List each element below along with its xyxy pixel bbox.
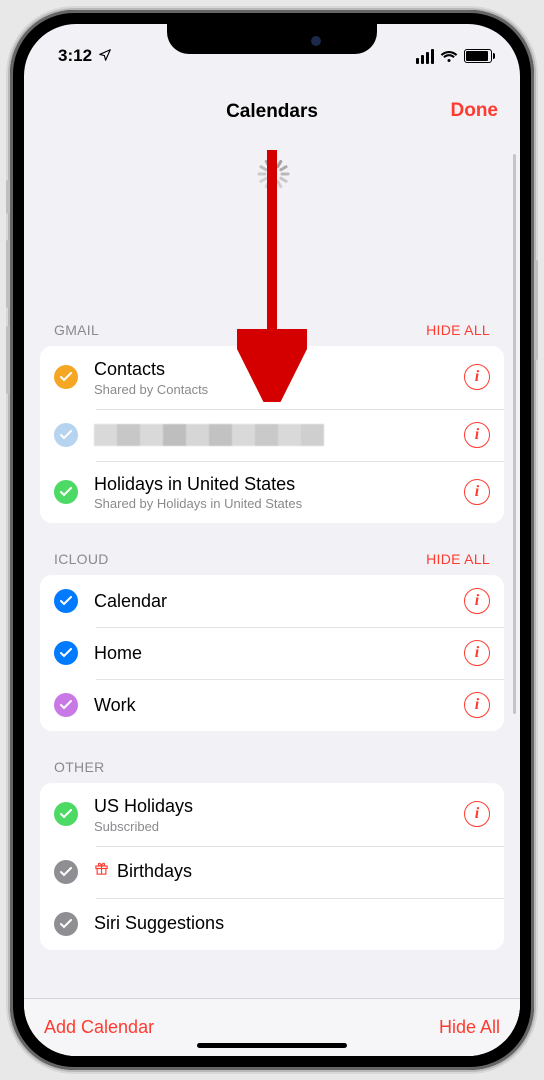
calendar-row-birthdays[interactable]: Birthdays — [40, 846, 504, 898]
hide-all-button[interactable]: Hide All — [439, 1017, 500, 1038]
status-right — [416, 49, 492, 64]
row-title: Holidays in United States — [94, 473, 464, 496]
row-title: Home — [94, 642, 464, 665]
checkmark-icon[interactable] — [54, 589, 78, 613]
row-title-text: Birthdays — [117, 860, 192, 883]
done-button[interactable]: Done — [451, 100, 499, 122]
page-title: Calendars — [226, 101, 318, 123]
screen: 3:12 Calendars Done — [24, 24, 520, 1056]
checkmark-icon[interactable] — [54, 860, 78, 884]
row-subtitle: Shared by Contacts — [94, 382, 464, 397]
row-title: Work — [94, 694, 464, 717]
section-label-other: OTHER — [54, 759, 105, 775]
info-button[interactable]: i — [464, 364, 490, 390]
add-calendar-button[interactable]: Add Calendar — [44, 1017, 154, 1038]
calendar-row-work[interactable]: Work i — [40, 679, 504, 731]
mute-switch — [6, 180, 10, 214]
group-icloud: Calendar i Home i Work i — [40, 575, 504, 731]
gift-icon — [94, 861, 109, 882]
calendar-row-contacts[interactable]: Contacts Shared by Contacts i — [40, 346, 504, 409]
row-title: Birthdays — [94, 860, 490, 883]
pull-to-refresh — [40, 142, 504, 322]
calendar-row-holidays-us[interactable]: Holidays in United States Shared by Holi… — [40, 461, 504, 524]
home-indicator[interactable] — [197, 1043, 347, 1048]
hide-all-icloud-button[interactable]: HIDE ALL — [426, 551, 490, 567]
modal-header: Calendars Done — [24, 82, 520, 142]
volume-up-button — [6, 240, 10, 308]
section-label-gmail: GMAIL — [54, 322, 99, 338]
scrollbar[interactable] — [513, 154, 516, 714]
calendar-row-home[interactable]: Home i — [40, 627, 504, 679]
redacted-text — [94, 424, 324, 446]
location-arrow-icon — [98, 48, 112, 65]
notch — [167, 24, 377, 54]
row-subtitle: Subscribed — [94, 819, 464, 834]
checkmark-icon[interactable] — [54, 423, 78, 447]
wifi-icon — [440, 49, 458, 63]
checkmark-icon[interactable] — [54, 365, 78, 389]
row-title: Contacts — [94, 358, 464, 381]
volume-down-button — [6, 326, 10, 394]
row-title: US Holidays — [94, 795, 464, 818]
checkmark-icon[interactable] — [54, 693, 78, 717]
checkmark-icon[interactable] — [54, 641, 78, 665]
battery-icon — [464, 49, 492, 63]
row-title: Siri Suggestions — [94, 912, 490, 935]
info-button[interactable]: i — [464, 422, 490, 448]
checkmark-icon[interactable] — [54, 480, 78, 504]
hide-all-gmail-button[interactable]: HIDE ALL — [426, 322, 490, 338]
iphone-frame: 3:12 Calendars Done — [10, 10, 534, 1070]
calendars-modal: Calendars Done — [24, 82, 520, 1056]
info-button[interactable]: i — [464, 479, 490, 505]
checkmark-icon[interactable] — [54, 912, 78, 936]
info-button[interactable]: i — [464, 588, 490, 614]
group-gmail: Contacts Shared by Contacts i i Holiday — [40, 346, 504, 523]
scroll-area[interactable]: GMAIL HIDE ALL Contacts Shared by Contac… — [24, 142, 520, 998]
spinner-icon — [256, 158, 288, 190]
row-title: Calendar — [94, 590, 464, 613]
cellular-icon — [416, 49, 434, 64]
status-time: 3:12 — [58, 46, 92, 66]
info-button[interactable]: i — [464, 692, 490, 718]
checkmark-icon[interactable] — [54, 802, 78, 826]
calendar-row-us-holidays[interactable]: US Holidays Subscribed i — [40, 783, 504, 846]
power-button — [534, 260, 538, 360]
calendar-row-calendar[interactable]: Calendar i — [40, 575, 504, 627]
info-button[interactable]: i — [464, 640, 490, 666]
calendar-row-redacted[interactable]: i — [40, 409, 504, 461]
group-other: US Holidays Subscribed i Birt — [40, 783, 504, 950]
info-button[interactable]: i — [464, 801, 490, 827]
calendar-row-siri-suggestions[interactable]: Siri Suggestions — [40, 898, 504, 950]
row-subtitle: Shared by Holidays in United States — [94, 496, 464, 511]
section-label-icloud: ICLOUD — [54, 551, 109, 567]
